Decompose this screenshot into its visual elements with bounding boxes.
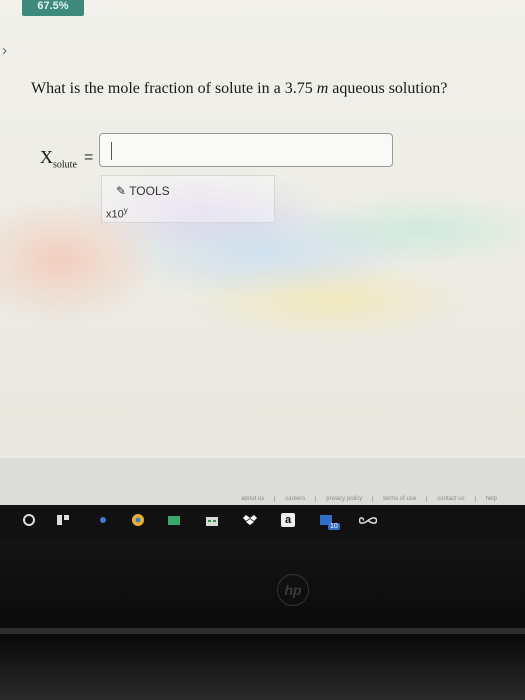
progress-badge: 67.5% [22,0,84,16]
file-explorer-icon[interactable] [167,513,181,527]
answer-label: Xsolute [40,147,77,171]
mail-badge: 10 [328,523,340,530]
screen-glare [0,0,525,505]
laptop-bezel [0,541,525,700]
text-caret [111,142,112,160]
scientific-notation-button[interactable]: x10y [106,206,128,221]
bezel-hinge [0,628,525,634]
store-icon[interactable] [205,513,219,527]
task-view-icon[interactable] [56,513,70,527]
footer-links: about us careers privacy policy terms of… [231,496,507,502]
question-text: What is the mole fraction of solute in a… [31,80,448,97]
chrome-icon[interactable] [131,513,145,527]
footer-link-terms[interactable]: terms of use [372,496,426,502]
footer-link-careers[interactable]: careers [274,496,315,502]
dropbox-icon[interactable] [243,513,257,527]
wrench-icon: ✎ [116,184,127,198]
tools-button[interactable]: ✎ TOOLS [116,184,170,198]
equals-sign: = [84,149,94,166]
amazon-icon[interactable]: a [281,513,295,527]
taskbar [0,505,525,541]
tools-panel: ✎ TOOLS x10y [101,175,275,223]
footer-link-privacy[interactable]: privacy policy [315,496,372,502]
browser-screen: 67.5% › What is the mole fraction of sol… [0,0,525,505]
chevron-right-icon[interactable]: › [2,42,7,59]
footer-link-contact[interactable]: contact us [426,496,474,502]
hp-logo: hp [277,574,309,606]
footer-link-about[interactable]: about us [231,496,274,502]
windows-start-icon[interactable] [22,513,36,527]
footer-link-help[interactable]: help [474,496,507,502]
infinity-icon[interactable] [358,513,378,527]
app-icon[interactable] [96,513,110,527]
answer-input[interactable] [99,133,393,167]
